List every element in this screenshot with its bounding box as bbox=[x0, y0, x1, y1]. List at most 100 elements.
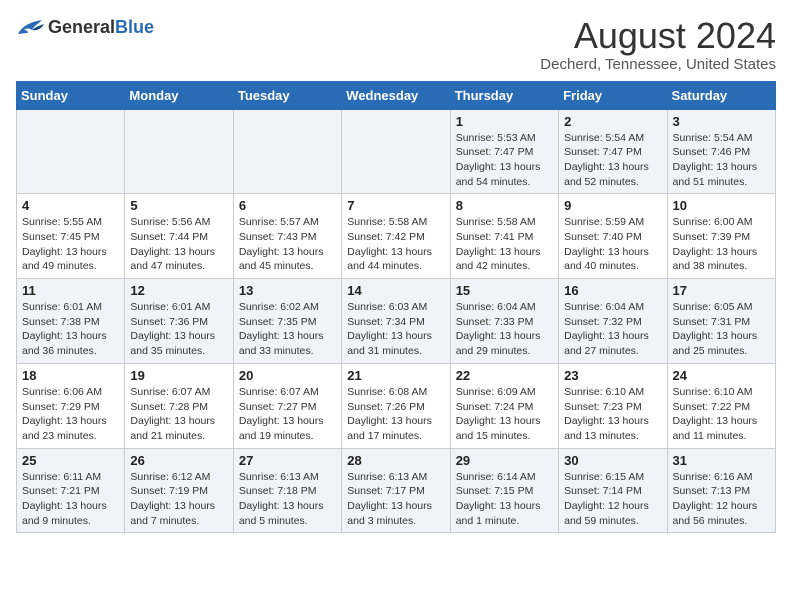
day-info: Sunrise: 6:00 AM Sunset: 7:39 PM Dayligh… bbox=[673, 215, 770, 274]
calendar-header-row: SundayMondayTuesdayWednesdayThursdayFrid… bbox=[17, 81, 776, 109]
calendar-cell: 11Sunrise: 6:01 AM Sunset: 7:38 PM Dayli… bbox=[17, 279, 125, 364]
day-number: 28 bbox=[347, 453, 444, 468]
day-info: Sunrise: 6:04 AM Sunset: 7:32 PM Dayligh… bbox=[564, 300, 661, 359]
logo-text: GeneralBlue bbox=[48, 17, 154, 38]
calendar-cell: 19 Sunrise: 6:07 AM Sunset: 7:28 PM Dayli… bbox=[125, 363, 233, 448]
calendar-table: SundayMondayTuesdayWednesdayThursdayFrid… bbox=[16, 81, 776, 534]
day-number: 16 bbox=[564, 283, 661, 298]
calendar-cell bbox=[125, 109, 233, 194]
day-number: 15 bbox=[456, 283, 553, 298]
day-info: Sunrise: 6:05 AM Sunset: 7:31 PM Dayligh… bbox=[673, 300, 770, 359]
day-info: Sunrise: 6:11 AM Sunset: 7:21 PM Dayligh… bbox=[22, 470, 119, 529]
calendar-cell: 5 Sunrise: 5:56 AM Sunset: 7:44 PM Daylig… bbox=[125, 194, 233, 279]
calendar-day-header: Friday bbox=[559, 81, 667, 109]
day-info: Sunrise: 6:01 AM Sunset: 7:38 PM Dayligh… bbox=[22, 300, 119, 359]
day-number: 9 bbox=[564, 198, 661, 213]
calendar-cell: 24 Sunrise: 6:10 AM Sunset: 7:22 PM Dayli… bbox=[667, 363, 775, 448]
day-info: Sunrise: 6:13 AM Sunset: 7:18 PM Dayligh… bbox=[239, 470, 336, 529]
day-number: 6 bbox=[239, 198, 336, 213]
day-info: Sunrise: 5:58 AM Sunset: 7:41 PM Dayligh… bbox=[456, 215, 553, 274]
day-number: 4 bbox=[22, 198, 119, 213]
day-info: Sunrise: 6:10 AM Sunset: 7:22 PM Dayligh… bbox=[673, 385, 770, 444]
day-number: 22 bbox=[456, 368, 553, 383]
calendar-cell: 29 Sunrise: 6:14 AM Sunset: 7:15 PM Dayli… bbox=[450, 448, 558, 533]
calendar-cell: 25 Sunrise: 6:11 AM Sunset: 7:21 PM Dayli… bbox=[17, 448, 125, 533]
calendar-cell: 7Sunrise: 5:58 AM Sunset: 7:42 PM Daylig… bbox=[342, 194, 450, 279]
calendar-cell: 14Sunrise: 6:03 AM Sunset: 7:34 PM Dayli… bbox=[342, 279, 450, 364]
day-number: 20 bbox=[239, 368, 336, 383]
logo-general: General bbox=[48, 17, 115, 37]
day-info: Sunrise: 6:15 AM Sunset: 7:14 PM Dayligh… bbox=[564, 470, 661, 529]
day-number: 24 bbox=[673, 368, 770, 383]
calendar-cell: 26 Sunrise: 6:12 AM Sunset: 7:19 PM Dayli… bbox=[125, 448, 233, 533]
calendar-week-row: 1 Sunrise: 5:53 AM Sunset: 7:47 PM Daylig… bbox=[17, 109, 776, 194]
day-info: Sunrise: 5:58 AM Sunset: 7:42 PM Dayligh… bbox=[347, 215, 444, 274]
calendar-cell: 22 Sunrise: 6:09 AM Sunset: 7:24 PM Dayli… bbox=[450, 363, 558, 448]
day-info: Sunrise: 6:09 AM Sunset: 7:24 PM Dayligh… bbox=[456, 385, 553, 444]
calendar-cell: 12Sunrise: 6:01 AM Sunset: 7:36 PM Dayli… bbox=[125, 279, 233, 364]
day-number: 21 bbox=[347, 368, 444, 383]
day-number: 29 bbox=[456, 453, 553, 468]
calendar-day-header: Monday bbox=[125, 81, 233, 109]
calendar-day-header: Wednesday bbox=[342, 81, 450, 109]
day-info: Sunrise: 6:04 AM Sunset: 7:33 PM Dayligh… bbox=[456, 300, 553, 359]
calendar-cell: 2Sunrise: 5:54 AM Sunset: 7:47 PM Daylig… bbox=[559, 109, 667, 194]
day-number: 13 bbox=[239, 283, 336, 298]
day-info: Sunrise: 5:54 AM Sunset: 7:47 PM Dayligh… bbox=[564, 131, 661, 190]
day-info: Sunrise: 6:14 AM Sunset: 7:15 PM Dayligh… bbox=[456, 470, 553, 529]
day-number: 26 bbox=[130, 453, 227, 468]
calendar-cell: 28 Sunrise: 6:13 AM Sunset: 7:17 PM Dayli… bbox=[342, 448, 450, 533]
logo-bird-icon bbox=[16, 16, 44, 38]
day-info: Sunrise: 6:01 AM Sunset: 7:36 PM Dayligh… bbox=[130, 300, 227, 359]
calendar-cell: 21 Sunrise: 6:08 AM Sunset: 7:26 PM Dayli… bbox=[342, 363, 450, 448]
day-info: Sunrise: 6:07 AM Sunset: 7:28 PM Dayligh… bbox=[130, 385, 227, 444]
calendar-cell: 31 Sunrise: 6:16 AM Sunset: 7:13 PM Dayli… bbox=[667, 448, 775, 533]
calendar-day-header: Thursday bbox=[450, 81, 558, 109]
day-info: Sunrise: 5:53 AM Sunset: 7:47 PM Dayligh… bbox=[456, 131, 553, 190]
calendar-cell: 17 Sunrise: 6:05 AM Sunset: 7:31 PM Dayli… bbox=[667, 279, 775, 364]
day-number: 25 bbox=[22, 453, 119, 468]
day-number: 14 bbox=[347, 283, 444, 298]
calendar-cell: 4Sunrise: 5:55 AM Sunset: 7:45 PM Daylig… bbox=[17, 194, 125, 279]
day-number: 18 bbox=[22, 368, 119, 383]
day-info: Sunrise: 6:13 AM Sunset: 7:17 PM Dayligh… bbox=[347, 470, 444, 529]
calendar-cell: 1 Sunrise: 5:53 AM Sunset: 7:47 PM Daylig… bbox=[450, 109, 558, 194]
day-number: 17 bbox=[673, 283, 770, 298]
day-info: Sunrise: 6:10 AM Sunset: 7:23 PM Dayligh… bbox=[564, 385, 661, 444]
day-info: Sunrise: 5:57 AM Sunset: 7:43 PM Dayligh… bbox=[239, 215, 336, 274]
day-number: 27 bbox=[239, 453, 336, 468]
day-number: 19 bbox=[130, 368, 227, 383]
calendar-cell: 9 Sunrise: 5:59 AM Sunset: 7:40 PM Daylig… bbox=[559, 194, 667, 279]
day-number: 23 bbox=[564, 368, 661, 383]
day-info: Sunrise: 6:08 AM Sunset: 7:26 PM Dayligh… bbox=[347, 385, 444, 444]
day-info: Sunrise: 6:07 AM Sunset: 7:27 PM Dayligh… bbox=[239, 385, 336, 444]
calendar-week-row: 18 Sunrise: 6:06 AM Sunset: 7:29 PM Dayli… bbox=[17, 363, 776, 448]
logo: GeneralBlue bbox=[16, 16, 154, 38]
calendar-cell bbox=[342, 109, 450, 194]
day-info: Sunrise: 6:06 AM Sunset: 7:29 PM Dayligh… bbox=[22, 385, 119, 444]
calendar-cell: 6 Sunrise: 5:57 AM Sunset: 7:43 PM Daylig… bbox=[233, 194, 341, 279]
page-header: GeneralBlue August 2024 Decherd, Tenness… bbox=[16, 16, 776, 73]
main-title: August 2024 bbox=[540, 16, 776, 56]
calendar-cell: 13 Sunrise: 6:02 AM Sunset: 7:35 PM Dayli… bbox=[233, 279, 341, 364]
calendar-week-row: 11Sunrise: 6:01 AM Sunset: 7:38 PM Dayli… bbox=[17, 279, 776, 364]
calendar-cell: 16 Sunrise: 6:04 AM Sunset: 7:32 PM Dayli… bbox=[559, 279, 667, 364]
day-number: 5 bbox=[130, 198, 227, 213]
day-info: Sunrise: 5:56 AM Sunset: 7:44 PM Dayligh… bbox=[130, 215, 227, 274]
logo-blue: Blue bbox=[115, 17, 154, 37]
calendar-cell: 27 Sunrise: 6:13 AM Sunset: 7:18 PM Dayli… bbox=[233, 448, 341, 533]
day-number: 3 bbox=[673, 114, 770, 129]
day-info: Sunrise: 5:54 AM Sunset: 7:46 PM Dayligh… bbox=[673, 131, 770, 190]
day-number: 30 bbox=[564, 453, 661, 468]
day-info: Sunrise: 6:02 AM Sunset: 7:35 PM Dayligh… bbox=[239, 300, 336, 359]
calendar-cell: 15 Sunrise: 6:04 AM Sunset: 7:33 PM Dayli… bbox=[450, 279, 558, 364]
calendar-week-row: 4Sunrise: 5:55 AM Sunset: 7:45 PM Daylig… bbox=[17, 194, 776, 279]
calendar-cell: 18 Sunrise: 6:06 AM Sunset: 7:29 PM Dayli… bbox=[17, 363, 125, 448]
day-number: 31 bbox=[673, 453, 770, 468]
day-info: Sunrise: 6:16 AM Sunset: 7:13 PM Dayligh… bbox=[673, 470, 770, 529]
day-info: Sunrise: 5:59 AM Sunset: 7:40 PM Dayligh… bbox=[564, 215, 661, 274]
calendar-cell bbox=[233, 109, 341, 194]
calendar-cell: 20 Sunrise: 6:07 AM Sunset: 7:27 PM Dayli… bbox=[233, 363, 341, 448]
day-number: 1 bbox=[456, 114, 553, 129]
day-info: Sunrise: 6:12 AM Sunset: 7:19 PM Dayligh… bbox=[130, 470, 227, 529]
